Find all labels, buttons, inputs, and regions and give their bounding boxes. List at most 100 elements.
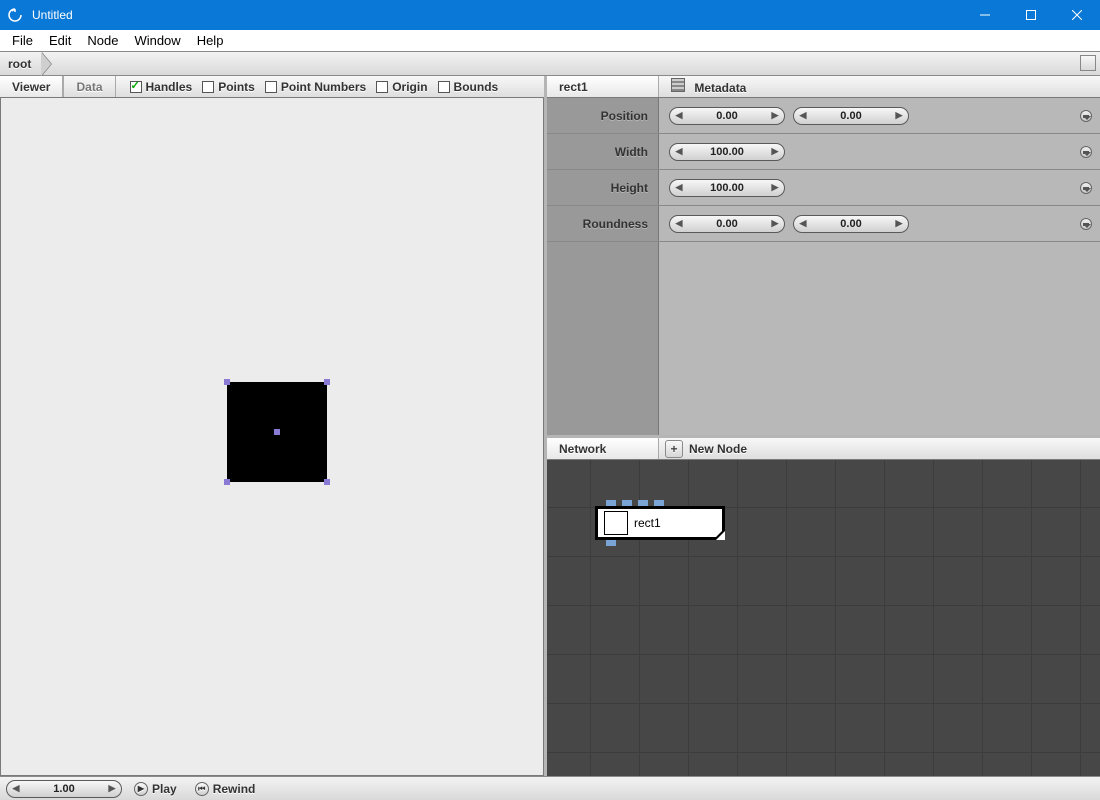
param-roundness-label: Roundness [547, 206, 659, 241]
handle-bottom-left[interactable] [224, 479, 230, 485]
check-point-numbers[interactable]: Point Numbers [261, 80, 370, 94]
handle-top-right[interactable] [324, 379, 330, 385]
tab-data[interactable]: Data [63, 76, 115, 97]
arrow-right-icon[interactable]: ▶ [890, 218, 908, 229]
arrow-left-icon[interactable]: ◀ [794, 218, 812, 229]
checkbox-icon [265, 81, 277, 93]
param-roundness: Roundness ◀ 0.00 ▶ ◀ 0.00 ▶ [547, 206, 1100, 242]
param-options-icon[interactable] [1080, 146, 1092, 158]
play-icon: ▶ [134, 782, 148, 796]
menu-file[interactable]: File [4, 31, 41, 50]
checkbox-icon [376, 81, 388, 93]
checkbox-icon [438, 81, 450, 93]
param-position-label: Position [547, 98, 659, 133]
parameters-panel: Position ◀ 0.00 ▶ ◀ 0.00 ▶ [547, 98, 1100, 438]
title-bar: Untitled [0, 0, 1100, 30]
handle-top-left[interactable] [224, 379, 230, 385]
rewind-icon: ⏮ [195, 782, 209, 796]
node-input-port[interactable] [622, 500, 632, 506]
roundness-x-value: 0.00 [688, 218, 766, 230]
roundness-y-value: 0.00 [812, 218, 890, 230]
roundness-y-field[interactable]: ◀ 0.00 ▶ [793, 215, 909, 233]
arrow-right-icon[interactable]: ▶ [766, 182, 784, 193]
arrow-left-icon[interactable]: ◀ [670, 110, 688, 121]
width-value: 100.00 [688, 146, 766, 158]
inspector-tab-row: rect1 Metadata [547, 76, 1100, 98]
arrow-left-icon[interactable]: ◀ [794, 110, 812, 121]
node-input-port[interactable] [654, 500, 664, 506]
arrow-left-icon[interactable]: ◀ [670, 146, 688, 157]
arrow-right-icon[interactable]: ▶ [766, 110, 784, 121]
param-options-icon[interactable] [1080, 218, 1092, 230]
play-label: Play [152, 782, 177, 796]
network-tab-row: Network + New Node [547, 438, 1100, 460]
position-y-value: 0.00 [812, 110, 890, 122]
handle-bottom-right[interactable] [324, 479, 330, 485]
new-node-plus-icon[interactable]: + [665, 440, 683, 458]
param-width-label: Width [547, 134, 659, 169]
node-name: rect1 [634, 516, 661, 530]
node-input-port[interactable] [606, 500, 616, 506]
menu-window[interactable]: Window [126, 31, 188, 50]
network-node-rect1[interactable]: rect1 [595, 506, 725, 540]
check-handles-label: Handles [146, 80, 193, 94]
checkbox-icon [202, 81, 214, 93]
height-value: 100.00 [688, 182, 766, 194]
maximize-button[interactable] [1008, 0, 1054, 30]
menu-bar: File Edit Node Window Help [0, 30, 1100, 52]
menu-node[interactable]: Node [79, 31, 126, 50]
frame-value: 1.00 [25, 783, 103, 795]
breadcrumb-end-icon[interactable] [1080, 55, 1096, 71]
check-origin[interactable]: Origin [372, 80, 431, 94]
window-title: Untitled [30, 8, 962, 22]
menu-help[interactable]: Help [189, 31, 232, 50]
checkbox-icon [130, 81, 142, 93]
tab-network[interactable]: Network [547, 438, 659, 459]
node-input-port[interactable] [638, 500, 648, 506]
close-button[interactable] [1054, 0, 1100, 30]
position-x-field[interactable]: ◀ 0.00 ▶ [669, 107, 785, 125]
arrow-left-icon[interactable]: ◀ [670, 182, 688, 193]
frame-field[interactable]: ◀ 1.00 ▶ [6, 780, 122, 798]
minimize-button[interactable] [962, 0, 1008, 30]
breadcrumb-root[interactable]: root [0, 52, 41, 75]
playbar: ◀ 1.00 ▶ ▶ Play ⏮ Rewind [0, 776, 1100, 800]
check-points[interactable]: Points [198, 80, 259, 94]
node-corner-icon [713, 528, 725, 540]
param-height-label: Height [547, 170, 659, 205]
rewind-button[interactable]: ⏮ Rewind [189, 782, 262, 796]
arrow-left-icon[interactable]: ◀ [670, 218, 688, 229]
position-y-field[interactable]: ◀ 0.00 ▶ [793, 107, 909, 125]
param-height: Height ◀ 100.00 ▶ [547, 170, 1100, 206]
param-position: Position ◀ 0.00 ▶ ◀ 0.00 ▶ [547, 98, 1100, 134]
param-width: Width ◀ 100.00 ▶ [547, 134, 1100, 170]
arrow-right-icon[interactable]: ▶ [103, 783, 121, 794]
viewer-canvas[interactable] [0, 98, 544, 776]
check-bounds-label: Bounds [454, 80, 499, 94]
canvas-rect[interactable] [227, 382, 327, 482]
arrow-right-icon[interactable]: ▶ [766, 146, 784, 157]
node-output-port[interactable] [606, 540, 616, 546]
network-canvas[interactable]: rect1 [547, 460, 1100, 776]
height-field[interactable]: ◀ 100.00 ▶ [669, 179, 785, 197]
new-node-button[interactable]: New Node [689, 442, 747, 456]
play-button[interactable]: ▶ Play [128, 782, 183, 796]
tab-metadata[interactable]: Metadata [659, 78, 758, 95]
viewer-tab-row: Viewer Data Handles Points Point Numbers… [0, 76, 544, 98]
check-point-numbers-label: Point Numbers [281, 80, 366, 94]
breadcrumb: root [0, 52, 1100, 76]
roundness-x-field[interactable]: ◀ 0.00 ▶ [669, 215, 785, 233]
app-icon [0, 0, 30, 30]
menu-edit[interactable]: Edit [41, 31, 79, 50]
arrow-right-icon[interactable]: ▶ [766, 218, 784, 229]
arrow-right-icon[interactable]: ▶ [890, 110, 908, 121]
tab-object[interactable]: rect1 [547, 76, 659, 97]
check-bounds[interactable]: Bounds [434, 80, 503, 94]
param-options-icon[interactable] [1080, 182, 1092, 194]
check-handles[interactable]: Handles [126, 80, 197, 94]
param-options-icon[interactable] [1080, 110, 1092, 122]
arrow-left-icon[interactable]: ◀ [7, 783, 25, 794]
handle-center[interactable] [274, 429, 280, 435]
tab-viewer[interactable]: Viewer [0, 76, 63, 97]
width-field[interactable]: ◀ 100.00 ▶ [669, 143, 785, 161]
